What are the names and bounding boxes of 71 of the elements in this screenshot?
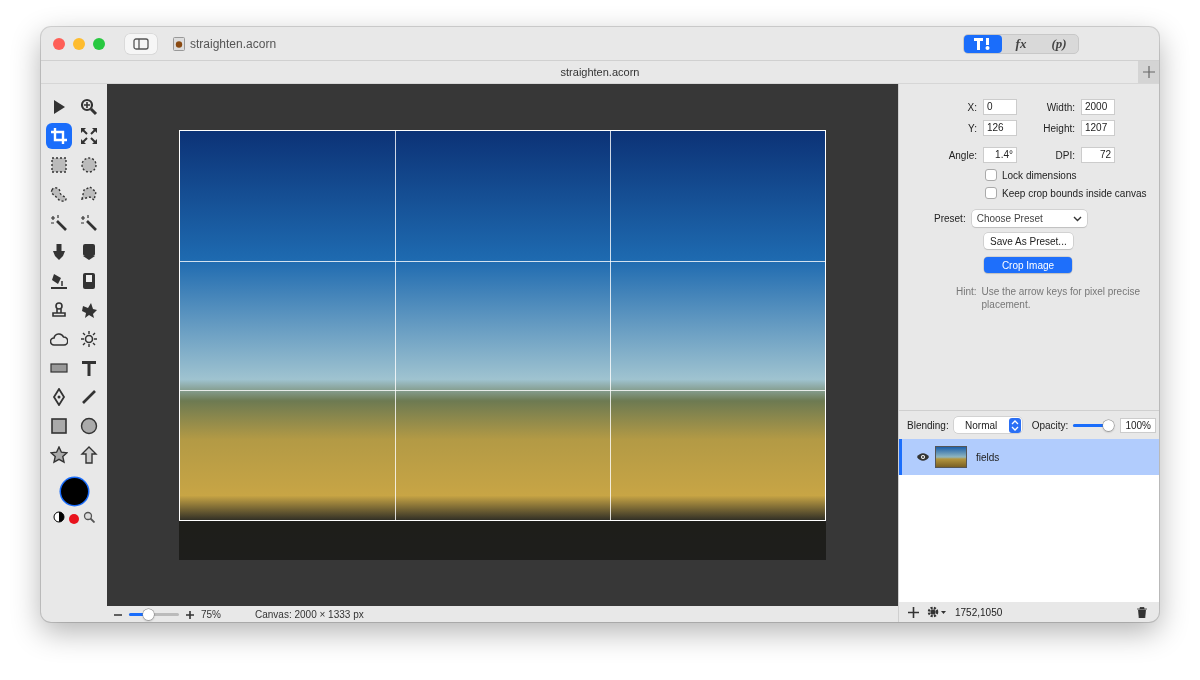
input-field[interactable]: 72 bbox=[1081, 147, 1115, 163]
window-title: straighten.acorn bbox=[190, 36, 277, 51]
foreground-color-swatch[interactable] bbox=[60, 478, 88, 505]
stamp-icon bbox=[49, 301, 68, 319]
preset-dropdown[interactable]: Choose Preset bbox=[971, 210, 1087, 227]
layer-name: fields bbox=[976, 451, 1000, 463]
cursor-coordinates: 1752,1050 bbox=[955, 606, 1003, 618]
preset-label: Preset: bbox=[934, 213, 966, 224]
checkbox-label: Lock dimensions bbox=[1002, 169, 1077, 181]
splatter-icon bbox=[79, 301, 98, 319]
field-label: Y: bbox=[967, 122, 977, 134]
checkbox[interactable] bbox=[985, 169, 997, 181]
field-label: Width: bbox=[1045, 101, 1075, 113]
crop-image-button[interactable]: Crop Image bbox=[984, 257, 1072, 273]
tools-tab[interactable] bbox=[964, 34, 1002, 53]
input-field[interactable]: 0 bbox=[983, 99, 1017, 115]
stepper-icon bbox=[1008, 417, 1021, 433]
canvas-size-label: Canvas: 2000 × 1333 px bbox=[255, 609, 364, 620]
layer-thumbnail bbox=[935, 446, 967, 468]
mode-tab[interactable]: fx bbox=[1002, 34, 1040, 53]
chevron-down-icon bbox=[1072, 215, 1082, 222]
eye-icon[interactable] bbox=[916, 452, 930, 462]
opacity-label: Opacity: bbox=[1031, 419, 1069, 431]
layer-row[interactable]: fields bbox=[899, 439, 1159, 475]
star-icon bbox=[49, 446, 68, 464]
input-field[interactable]: 1207 bbox=[1081, 120, 1115, 136]
cloud-icon bbox=[49, 330, 68, 348]
field-label: Height: bbox=[1042, 122, 1075, 134]
zoom-in-icon[interactable] bbox=[185, 609, 195, 620]
field-label: Angle: bbox=[947, 149, 977, 161]
sidebar-icon bbox=[133, 37, 149, 50]
circle-icon bbox=[79, 417, 98, 435]
hint-text: Use the arrow keys for pixel precise placement. bbox=[981, 286, 1141, 311]
rect-select-icon bbox=[49, 156, 68, 174]
blending-dropdown[interactable]: Normal bbox=[953, 417, 1022, 433]
arrow-up-icon bbox=[79, 446, 98, 464]
magic-wand-icon bbox=[49, 214, 68, 232]
opacity-field[interactable]: 100% bbox=[1120, 417, 1156, 433]
lasso-icon bbox=[49, 185, 68, 203]
text-icon bbox=[79, 359, 98, 377]
input-field[interactable]: 1.4° bbox=[983, 147, 1017, 163]
resize-icon bbox=[79, 127, 98, 145]
document-title: straighten.acorn bbox=[560, 66, 640, 78]
gear-icon[interactable] bbox=[927, 606, 947, 618]
paint-bucket-icon bbox=[49, 272, 68, 290]
ellipse-select-icon bbox=[79, 156, 98, 174]
zoom-percentage: 75% bbox=[201, 609, 221, 620]
document-icon bbox=[173, 36, 185, 51]
rectangle-icon bbox=[49, 417, 68, 435]
magnifier-icon[interactable] bbox=[83, 511, 95, 523]
field-label: X: bbox=[966, 101, 977, 113]
swap-colors-icon[interactable] bbox=[53, 511, 65, 523]
blending-label: Blending: bbox=[907, 419, 949, 431]
color-wand-icon bbox=[79, 214, 98, 232]
checkbox-label: Keep crop bounds inside canvas bbox=[1002, 187, 1147, 199]
input-field[interactable]: 2000 bbox=[1081, 99, 1115, 115]
hint-label: Hint: bbox=[956, 286, 977, 299]
crop-icon bbox=[49, 127, 68, 145]
input-field[interactable]: 126 bbox=[983, 120, 1017, 136]
sidebar-toggle-button[interactable] bbox=[125, 33, 157, 54]
checkbox[interactable] bbox=[985, 187, 997, 199]
save-preset-button[interactable]: Save As Preset... bbox=[984, 233, 1073, 249]
background-color-swatch[interactable] bbox=[69, 514, 79, 524]
zoom-icon bbox=[79, 98, 98, 116]
sun-icon bbox=[79, 330, 98, 348]
trash-icon[interactable] bbox=[1137, 606, 1147, 618]
plus-icon bbox=[1142, 66, 1155, 78]
plus-icon[interactable] bbox=[908, 606, 919, 618]
polygon-lasso-icon bbox=[79, 185, 98, 203]
mode-tab[interactable]: (p) bbox=[1040, 34, 1078, 53]
field-label: DPI: bbox=[1054, 149, 1075, 161]
